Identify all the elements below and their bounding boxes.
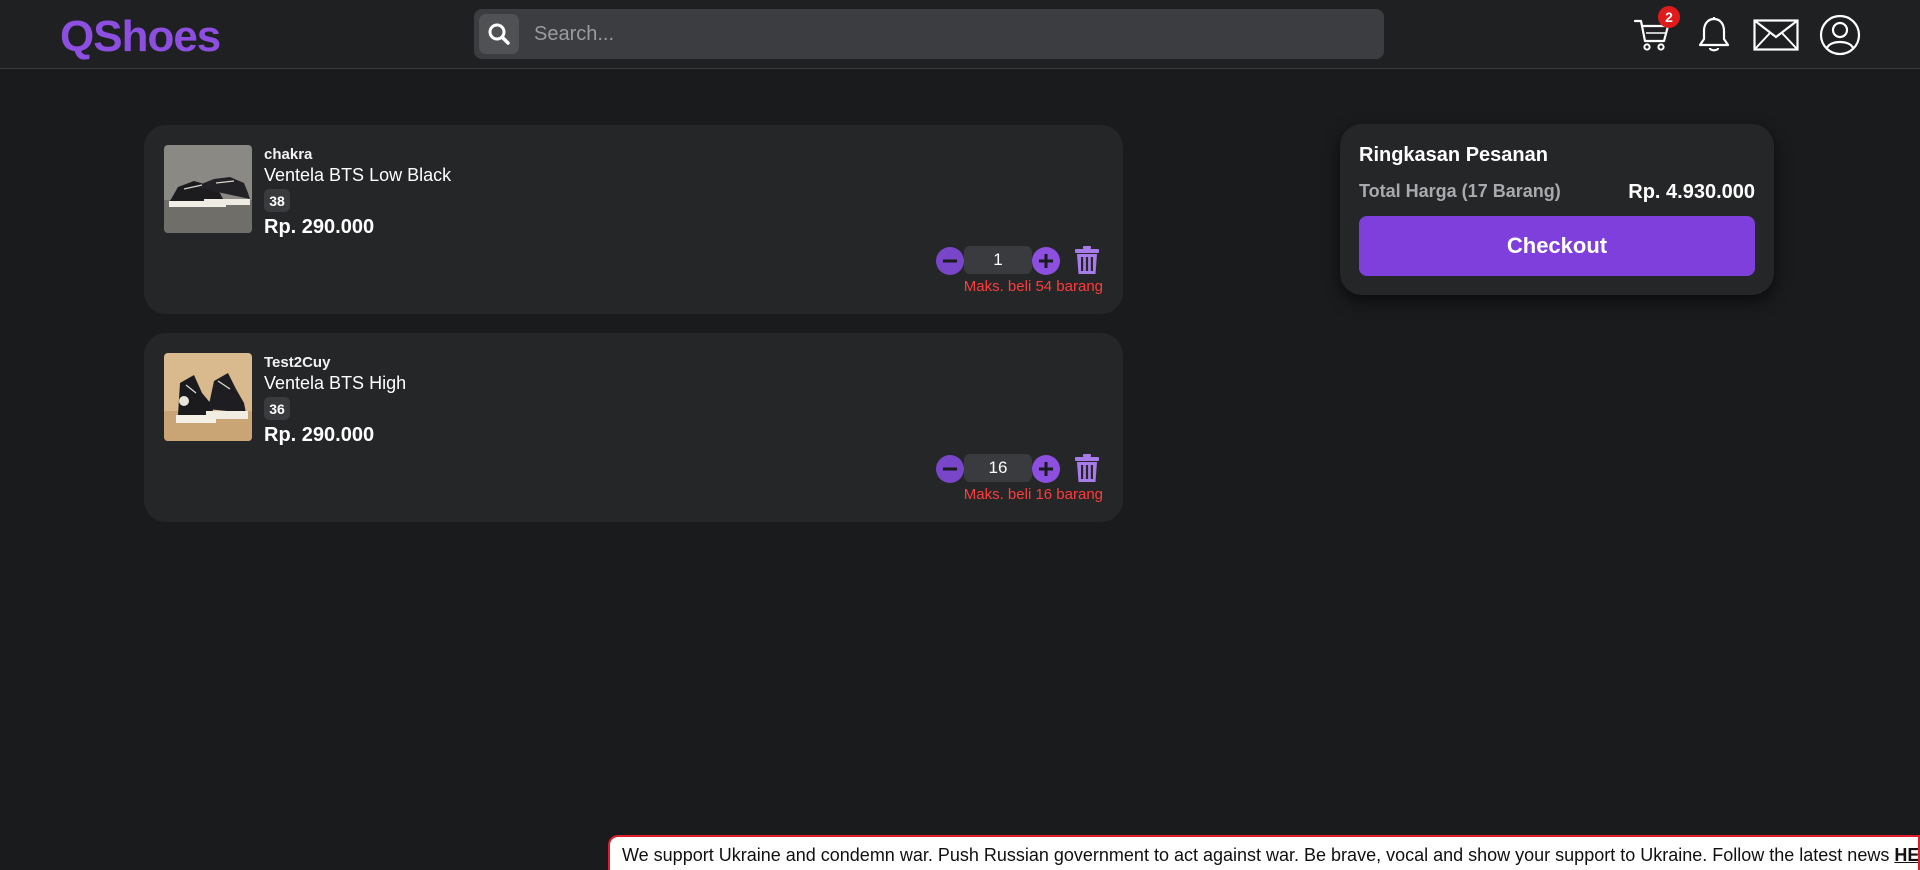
minus-icon — [943, 467, 957, 471]
max-purchase-note: Maks. beli 16 barang — [963, 486, 1103, 503]
product-name[interactable]: Ventela BTS High — [264, 373, 406, 394]
trash-icon — [1075, 454, 1099, 482]
notification-button[interactable] — [1692, 13, 1736, 57]
delete-item-button[interactable] — [1074, 245, 1100, 275]
cart-item: Test2Cuy Ventela BTS High 36 Rp. 290.000… — [144, 333, 1123, 522]
search-input[interactable] — [534, 9, 1374, 59]
product-price: Rp. 290.000 — [264, 216, 375, 238]
increase-quantity-button[interactable] — [1032, 455, 1060, 483]
product-name[interactable]: Ventela BTS Low Black — [264, 165, 451, 186]
profile-button[interactable] — [1818, 13, 1862, 57]
search-button[interactable] — [479, 14, 519, 54]
search-icon — [488, 23, 510, 45]
order-summary-card: Ringkasan Pesanan Total Harga (17 Barang… — [1340, 124, 1774, 295]
product-image[interactable] — [164, 353, 252, 441]
size-badge: 38 — [264, 189, 290, 212]
decrease-quantity-button[interactable] — [936, 455, 964, 483]
minus-icon — [943, 259, 957, 263]
logo[interactable]: QShoes — [60, 12, 221, 62]
quantity-input[interactable] — [964, 454, 1032, 482]
cart-item: chakra Ventela BTS Low Black 38 Rp. 290.… — [144, 125, 1123, 314]
size-badge: 36 — [264, 397, 290, 420]
plus-icon — [1039, 254, 1053, 268]
delete-item-button[interactable] — [1074, 453, 1100, 483]
cart-count-badge: 2 — [1658, 6, 1680, 28]
plus-icon — [1039, 462, 1053, 476]
trash-icon — [1075, 246, 1099, 274]
store-name[interactable]: Test2Cuy — [264, 354, 330, 371]
summary-title: Ringkasan Pesanan — [1359, 144, 1548, 166]
product-image[interactable] — [164, 145, 252, 233]
product-price: Rp. 290.000 — [264, 424, 375, 446]
total-price-label: Total Harga (17 Barang) — [1359, 181, 1561, 201]
checkout-button[interactable]: Checkout — [1359, 216, 1755, 276]
banner-link[interactable]: HERE — [1894, 845, 1918, 865]
total-price-value: Rp. 4.930.000 — [1628, 181, 1755, 203]
banner-text: We support Ukraine and condemn war. Push… — [622, 845, 1895, 865]
decrease-quantity-button[interactable] — [936, 247, 964, 275]
increase-quantity-button[interactable] — [1032, 247, 1060, 275]
max-purchase-note: Maks. beli 54 barang — [963, 278, 1103, 295]
store-name[interactable]: chakra — [264, 146, 312, 163]
ukraine-support-banner: We support Ukraine and condemn war. Push… — [608, 835, 1920, 870]
user-icon — [1819, 14, 1861, 56]
quantity-input[interactable] — [964, 246, 1032, 274]
top-navbar: QShoes 2 — [0, 0, 1920, 69]
bell-icon — [1698, 17, 1730, 52]
search-bar — [474, 9, 1384, 59]
mail-icon — [1753, 19, 1799, 51]
mail-button[interactable] — [1753, 13, 1799, 57]
